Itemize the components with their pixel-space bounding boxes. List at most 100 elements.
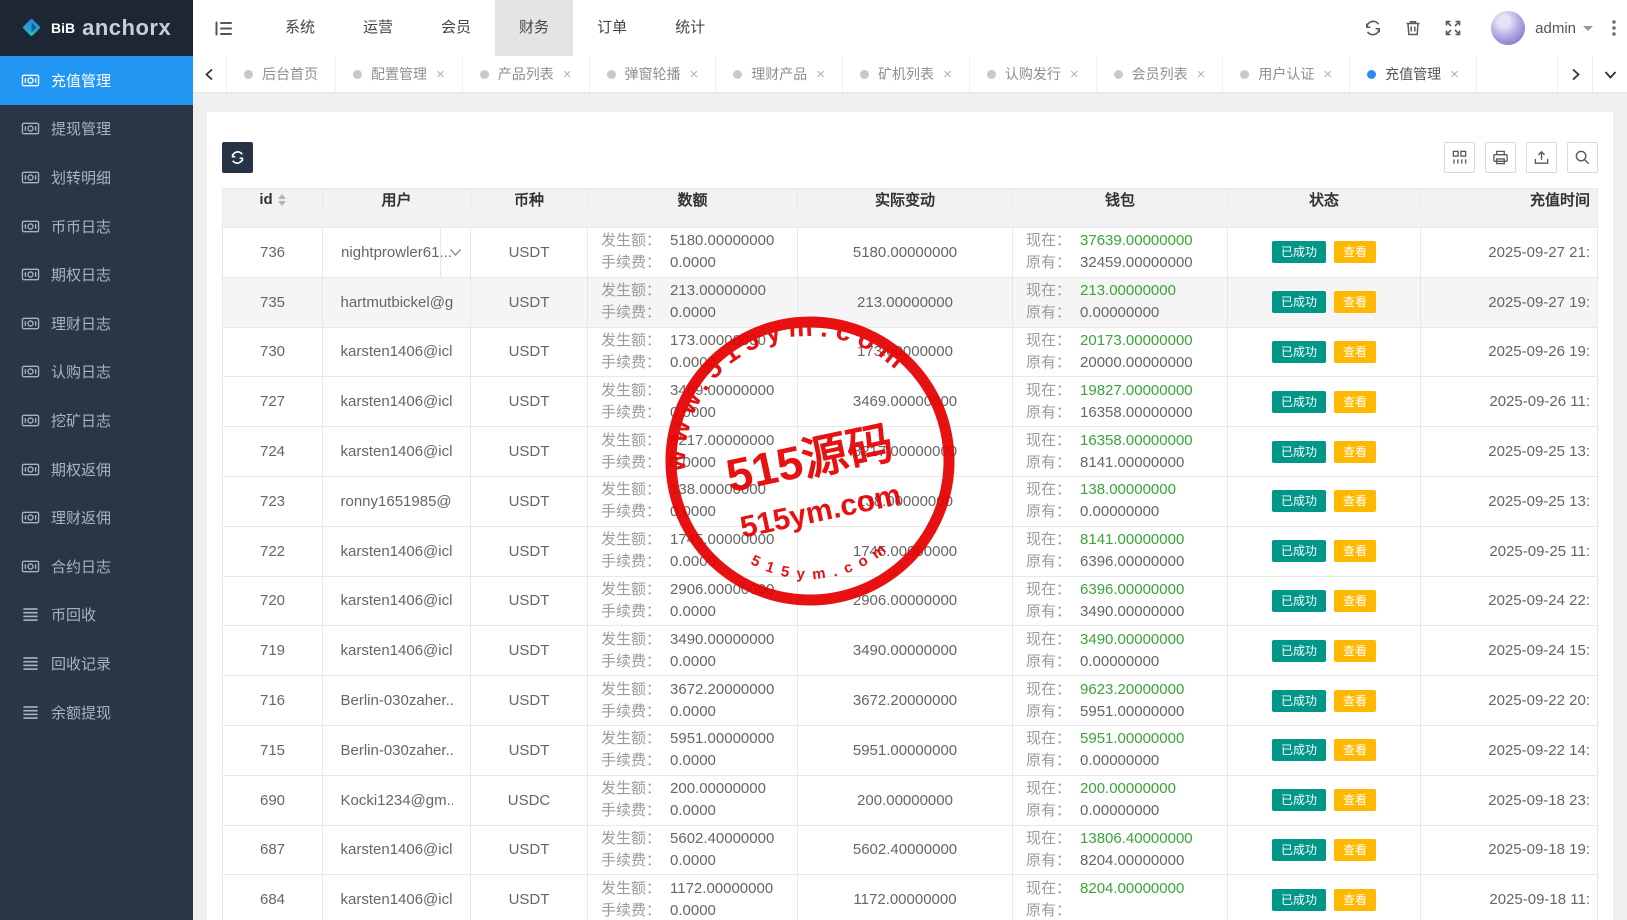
cell-id: 736 (223, 228, 323, 277)
cell-status: 已成功 查看 (1228, 826, 1421, 875)
view-button[interactable]: 查看 (1334, 889, 1376, 911)
tab-close-icon[interactable]: × (943, 67, 952, 82)
tab-close-icon[interactable]: × (690, 67, 699, 82)
top-nav-item[interactable]: 财务 (495, 0, 573, 56)
view-button[interactable]: 查看 (1334, 241, 1376, 263)
sidebar-item[interactable]: 理财返佣 (0, 493, 193, 542)
status-success-badge: 已成功 (1272, 540, 1326, 562)
cell-user: karsten1406@icl... (323, 826, 471, 875)
tab[interactable]: 充值管理 × (1350, 56, 1477, 92)
sidebar-item[interactable]: 余额提现 (0, 688, 193, 737)
tab[interactable]: 配置管理 × (336, 56, 463, 92)
status-success-badge: 已成功 (1272, 291, 1326, 313)
tab-close-icon[interactable]: × (1323, 67, 1332, 82)
tab[interactable]: 产品列表 × (463, 56, 590, 92)
tab-close-icon[interactable]: × (1450, 67, 1459, 82)
tab-close-icon[interactable]: × (816, 67, 825, 82)
sidebar-item[interactable]: 挖矿日志 (0, 396, 193, 445)
top-nav-item[interactable]: 运营 (339, 0, 417, 56)
tabs-dropdown-icon[interactable] (1592, 56, 1627, 92)
fullscreen-icon[interactable] (1433, 0, 1473, 56)
sort-icon[interactable] (278, 194, 286, 206)
sidebar-item[interactable]: 提现管理 (0, 105, 193, 154)
view-button[interactable]: 查看 (1334, 739, 1376, 761)
sidebar-item[interactable]: 期权日志 (0, 250, 193, 299)
table-refresh-button[interactable] (222, 142, 253, 173)
expand-user-button[interactable] (440, 228, 470, 277)
recharge-table: id 用户 币种 数额 实际变动 钱包 状态 充值时间 736 nightpro… (222, 188, 1598, 920)
tab-close-icon[interactable]: × (563, 67, 572, 82)
sidebar-item-label: 期权日志 (51, 264, 111, 285)
trash-icon[interactable] (1393, 0, 1433, 56)
table-row: 687 karsten1406@icl... USDT 发生额：5602.400… (223, 825, 1597, 875)
status-success-badge: 已成功 (1272, 441, 1326, 463)
view-button[interactable]: 查看 (1334, 540, 1376, 562)
status-success-badge: 已成功 (1272, 640, 1326, 662)
tab[interactable]: 矿机列表 × (843, 56, 970, 92)
top-nav-item[interactable]: 订单 (573, 0, 651, 56)
cell-status: 已成功 查看 (1228, 427, 1421, 476)
tab-controls (1557, 56, 1627, 92)
sidebar-item[interactable]: 充值管理 (0, 56, 193, 105)
sidebar-item[interactable]: 币币日志 (0, 202, 193, 251)
sidebar-item[interactable]: 合约日志 (0, 542, 193, 591)
user-name[interactable]: admin (1535, 20, 1576, 37)
more-menu-icon[interactable] (1601, 0, 1627, 56)
cell-time: 2025-09-25 13: (1421, 427, 1597, 476)
view-button[interactable]: 查看 (1334, 291, 1376, 313)
table-body: 736 nightprowler61... USDT 发生额：5180.0000… (223, 227, 1597, 920)
export-icon[interactable] (1526, 142, 1557, 173)
tab[interactable]: 用户认证 × (1223, 56, 1350, 92)
tab[interactable]: 弹窗轮播 × (590, 56, 717, 92)
tab[interactable]: 后台首页 (227, 56, 336, 92)
tab[interactable]: 理财产品 × (716, 56, 843, 92)
cell-wallet: 现在：213.00000000 原有：0.00000000 (1013, 278, 1228, 327)
top-nav-item[interactable]: 统计 (651, 0, 729, 56)
status-success-badge: 已成功 (1272, 889, 1326, 911)
tabs-scroll-left-icon[interactable] (193, 56, 227, 92)
cell-user: karsten1406@icl... (323, 328, 471, 377)
top-nav-item[interactable]: 会员 (417, 0, 495, 56)
view-button[interactable]: 查看 (1334, 441, 1376, 463)
sidebar-item[interactable]: 期权返佣 (0, 445, 193, 494)
view-button[interactable]: 查看 (1334, 590, 1376, 612)
view-button[interactable]: 查看 (1334, 640, 1376, 662)
table-header: id 用户 币种 数额 实际变动 钱包 状态 充值时间 (223, 189, 1597, 227)
user-avatar[interactable] (1491, 11, 1525, 45)
tab-dot-icon (733, 70, 742, 79)
tab-label: 配置管理 (371, 64, 427, 84)
cell-id: 724 (223, 427, 323, 476)
tabs-scroll-right-icon[interactable] (1557, 56, 1592, 92)
header-id[interactable]: id (223, 189, 323, 210)
view-button[interactable]: 查看 (1334, 690, 1376, 712)
cell-status: 已成功 查看 (1228, 477, 1421, 526)
tab[interactable]: 会员列表 × (1097, 56, 1224, 92)
sidebar-item[interactable]: 划转明细 (0, 153, 193, 202)
view-button[interactable]: 查看 (1334, 789, 1376, 811)
view-button[interactable]: 查看 (1334, 341, 1376, 363)
refresh-icon[interactable] (1353, 0, 1393, 56)
cell-id: 727 (223, 377, 323, 426)
collapse-sidebar-icon[interactable] (193, 0, 253, 56)
top-nav-item[interactable]: 系统 (261, 0, 339, 56)
view-button[interactable]: 查看 (1334, 839, 1376, 861)
tab-close-icon[interactable]: × (1070, 67, 1079, 82)
header-user: 用户 (323, 189, 471, 210)
columns-filter-icon[interactable] (1444, 142, 1475, 173)
tab-close-icon[interactable]: × (1197, 67, 1206, 82)
sidebar-item[interactable]: 理财日志 (0, 299, 193, 348)
view-button[interactable]: 查看 (1334, 490, 1376, 512)
cell-coin: USDT (471, 676, 588, 725)
cell-user: Kocki1234@gm... (323, 776, 471, 825)
user-menu-caret-icon[interactable] (1583, 26, 1593, 36)
view-button[interactable]: 查看 (1334, 391, 1376, 413)
sidebar-item[interactable]: 币回收 (0, 591, 193, 640)
cell-amount: 发生额：1172.00000000 手续费：0.0000 (588, 875, 798, 920)
cell-status: 已成功 查看 (1228, 228, 1421, 277)
sidebar-item[interactable]: 回收记录 (0, 639, 193, 688)
print-icon[interactable] (1485, 142, 1516, 173)
search-icon[interactable] (1567, 142, 1598, 173)
sidebar-item[interactable]: 认购日志 (0, 348, 193, 397)
tab-close-icon[interactable]: × (436, 67, 445, 82)
tab[interactable]: 认购发行 × (970, 56, 1097, 92)
